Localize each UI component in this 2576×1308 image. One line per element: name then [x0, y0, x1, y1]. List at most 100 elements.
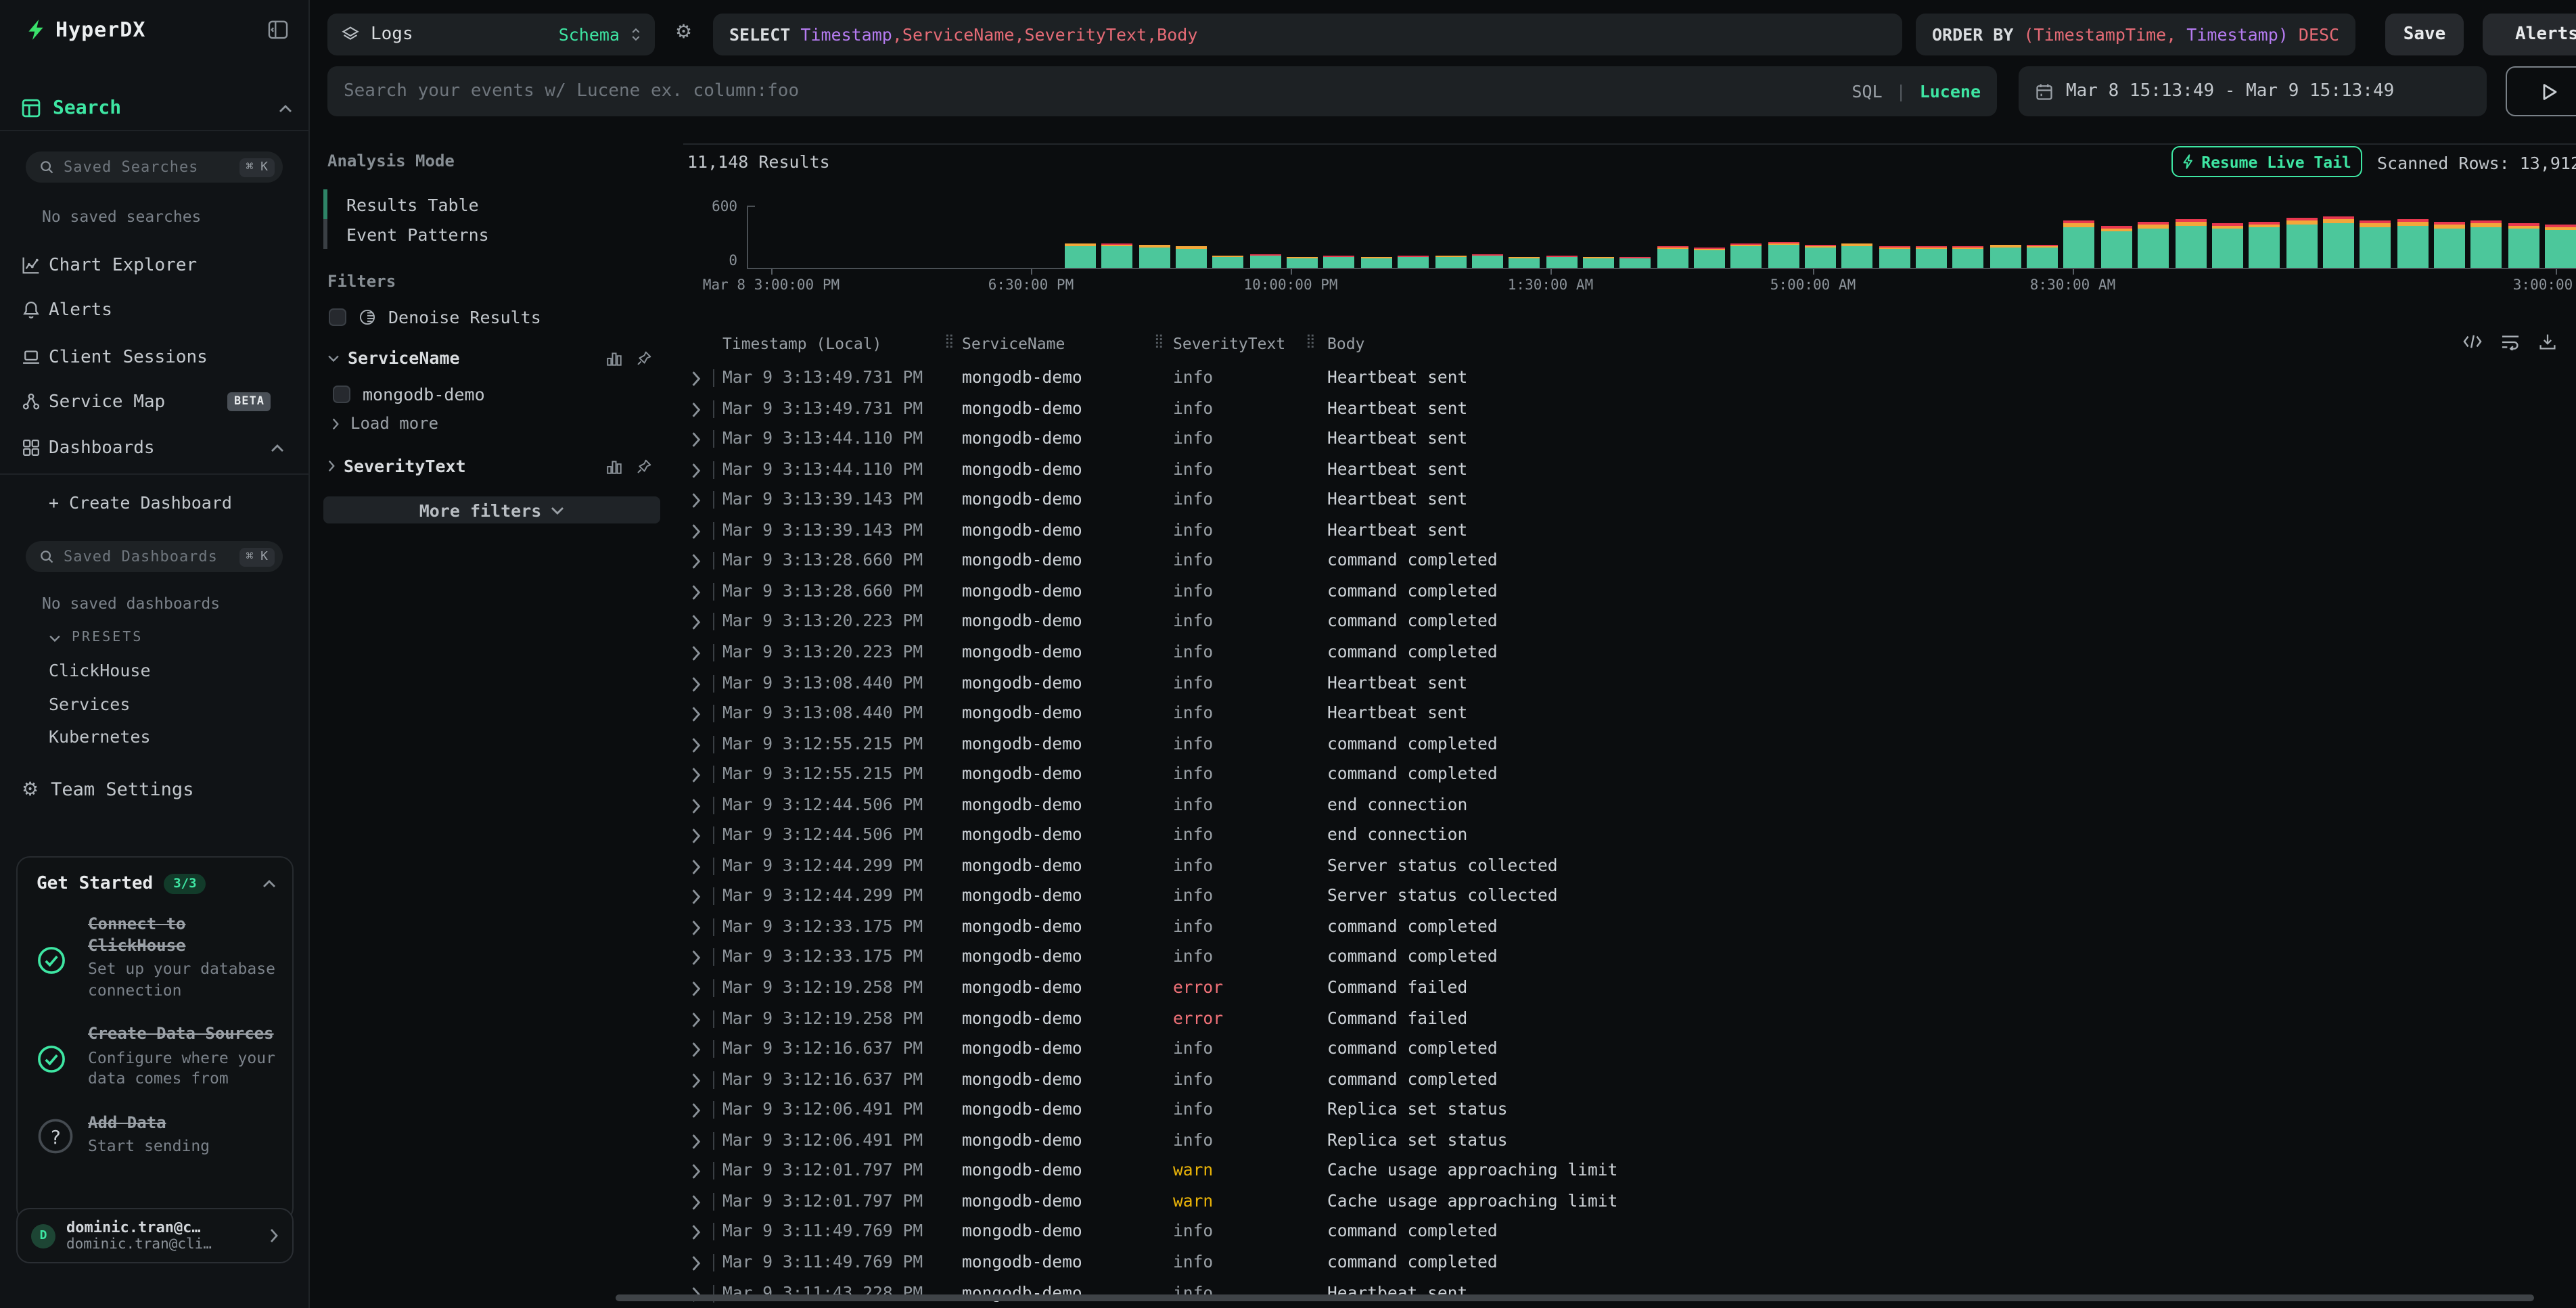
- expand-row-icon[interactable]: [690, 950, 702, 966]
- histogram-bar[interactable]: [2360, 220, 2391, 268]
- histogram-bar[interactable]: [1138, 244, 1170, 268]
- column-header-servicename[interactable]: ServiceName: [962, 334, 1065, 353]
- expand-row-icon[interactable]: [690, 920, 702, 936]
- table-row[interactable]: Mar 9 3:13:49.731 PMmongodb-demoinfoHear…: [672, 393, 2576, 424]
- wrap-text-icon[interactable]: [2500, 333, 2521, 350]
- expand-row-icon[interactable]: [690, 523, 702, 540]
- histogram-bar[interactable]: [2175, 219, 2206, 268]
- select-query-input[interactable]: SELECT Timestamp,ServiceName,SeverityTex…: [713, 14, 1902, 55]
- expand-row-icon[interactable]: [690, 1164, 702, 1180]
- preset-item-kubernetes[interactable]: Kubernetes: [49, 726, 151, 747]
- histogram-bar[interactable]: [1435, 256, 1466, 268]
- expand-row-icon[interactable]: [690, 767, 702, 783]
- histogram-bar[interactable]: [1176, 246, 1207, 268]
- sql-toggle[interactable]: SQL: [1852, 81, 1882, 101]
- histogram-bar[interactable]: [1916, 246, 1947, 268]
- table-row[interactable]: Mar 9 3:12:33.175 PMmongodb-demoinfocomm…: [672, 912, 2576, 943]
- table-row[interactable]: Mar 9 3:12:06.491 PMmongodb-demoinfoRepl…: [672, 1094, 2576, 1125]
- filter-group-severitytext[interactable]: SeverityText: [327, 456, 652, 476]
- table-row[interactable]: Mar 9 3:12:44.299 PMmongodb-demoinfoServ…: [672, 851, 2576, 882]
- get-started-step[interactable]: Connect to ClickHouseSet up your databas…: [18, 905, 292, 1015]
- table-row[interactable]: Mar 9 3:12:44.299 PMmongodb-demoinfoServ…: [672, 881, 2576, 912]
- histogram-bar[interactable]: [2101, 226, 2132, 268]
- expand-row-icon[interactable]: [690, 462, 702, 478]
- expand-row-icon[interactable]: [690, 889, 702, 906]
- histogram-bar[interactable]: [1324, 256, 1355, 268]
- expand-row-icon[interactable]: [690, 615, 702, 631]
- histogram-bar[interactable]: [1509, 257, 1540, 268]
- denoise-checkbox[interactable]: [329, 308, 346, 326]
- horizontal-scrollbar[interactable]: [616, 1294, 2534, 1301]
- pin-icon[interactable]: [636, 350, 652, 366]
- expand-row-icon[interactable]: [690, 1225, 702, 1241]
- resume-live-tail-button[interactable]: Resume Live Tail: [2171, 146, 2362, 177]
- bar-chart-icon[interactable]: [606, 458, 622, 474]
- drag-handle-icon[interactable]: ⣿: [1306, 334, 1316, 349]
- more-filters-button[interactable]: More filters: [323, 496, 660, 523]
- saved-searches-input[interactable]: Saved Searches ⌘ K: [26, 151, 283, 183]
- expand-row-icon[interactable]: [690, 737, 702, 753]
- table-row[interactable]: Mar 9 3:12:01.797 PMmongodb-demowarnCach…: [672, 1156, 2576, 1187]
- time-range-picker[interactable]: Mar 8 15:13:49 - Mar 9 15:13:49: [2019, 66, 2487, 116]
- analysis-mode-results-table[interactable]: Results Table: [323, 189, 648, 219]
- column-header-body[interactable]: Body: [1327, 334, 1364, 353]
- histogram-bar[interactable]: [1842, 243, 1873, 268]
- filter-checkbox[interactable]: [333, 386, 350, 403]
- histogram-bar[interactable]: [1065, 243, 1096, 268]
- table-row[interactable]: Mar 9 3:13:28.660 PMmongodb-demoinfocomm…: [672, 546, 2576, 577]
- table-row[interactable]: Mar 9 3:11:43.228 PMmongodb-demoinfoHear…: [672, 1278, 2576, 1308]
- histogram-bar[interactable]: [1361, 256, 1392, 268]
- run-query-button[interactable]: [2506, 66, 2576, 116]
- source-selector[interactable]: Logs Schema: [327, 14, 655, 55]
- gear-icon[interactable]: ⚙: [675, 23, 692, 42]
- table-row[interactable]: Mar 9 3:13:20.223 PMmongodb-demoinfocomm…: [672, 607, 2576, 638]
- table-row[interactable]: Mar 9 3:12:55.215 PMmongodb-demoinfocomm…: [672, 728, 2576, 760]
- alerts-button[interactable]: Alerts: [2483, 14, 2576, 55]
- order-by-input[interactable]: ORDER BY (TimestampTime, Timestamp) DESC: [1916, 14, 2355, 55]
- expand-row-icon[interactable]: [690, 431, 702, 448]
- table-row[interactable]: Mar 9 3:13:44.110 PMmongodb-demoinfoHear…: [672, 454, 2576, 485]
- save-button[interactable]: Save: [2385, 14, 2464, 55]
- histogram-bar[interactable]: [2249, 221, 2280, 268]
- get-started-step[interactable]: ?Add DataStart sending: [18, 1103, 292, 1170]
- table-row[interactable]: Mar 9 3:12:44.506 PMmongodb-demoinfoend …: [672, 820, 2576, 851]
- table-row[interactable]: Mar 9 3:13:39.143 PMmongodb-demoinfoHear…: [672, 515, 2576, 546]
- drag-handle-icon[interactable]: ⣿: [1154, 334, 1164, 349]
- expand-row-icon[interactable]: [690, 1072, 702, 1088]
- column-header-timestamp[interactable]: Timestamp (Local): [722, 334, 881, 353]
- histogram-bar[interactable]: [1287, 257, 1318, 268]
- expand-row-icon[interactable]: [690, 706, 702, 722]
- expand-row-icon[interactable]: [690, 1042, 702, 1058]
- denoise-filter[interactable]: Denoise Results: [329, 307, 541, 327]
- table-row[interactable]: Mar 9 3:12:19.258 PMmongodb-demoerrorCom…: [672, 1003, 2576, 1034]
- expand-row-icon[interactable]: [690, 828, 702, 845]
- expand-row-icon[interactable]: [690, 1102, 702, 1119]
- table-row[interactable]: Mar 9 3:12:06.491 PMmongodb-demoinfoRepl…: [672, 1125, 2576, 1157]
- histogram-bar[interactable]: [1620, 257, 1651, 268]
- table-row[interactable]: Mar 9 3:11:49.769 PMmongodb-demoinfocomm…: [672, 1247, 2576, 1278]
- table-row[interactable]: Mar 9 3:13:39.143 PMmongodb-demoinfoHear…: [672, 484, 2576, 515]
- histogram-bar[interactable]: [1583, 256, 1614, 268]
- histogram-bar[interactable]: [2027, 245, 2058, 268]
- histogram-bar[interactable]: [1546, 256, 1577, 268]
- histogram-bar[interactable]: [2471, 221, 2502, 268]
- schema-select-value[interactable]: Schema: [559, 24, 620, 45]
- sidebar-item-chart-explorer[interactable]: Chart Explorer: [0, 252, 310, 281]
- sidebar-item-service-map[interactable]: Service Map BETA: [0, 388, 310, 418]
- sidebar-item-team-settings[interactable]: ⚙ Team Settings: [22, 779, 193, 801]
- preset-item-services[interactable]: Services: [49, 693, 130, 714]
- expand-row-icon[interactable]: [690, 492, 702, 509]
- drag-handle-icon[interactable]: ⣿: [944, 334, 954, 349]
- analysis-mode-event-patterns[interactable]: Event Patterns: [323, 219, 648, 249]
- bar-chart-icon[interactable]: [606, 350, 622, 366]
- expand-row-icon[interactable]: [690, 797, 702, 814]
- histogram-bar[interactable]: [2397, 219, 2428, 268]
- histogram-bar[interactable]: [1694, 248, 1725, 268]
- column-header-severitytext[interactable]: SeverityText: [1173, 334, 1285, 353]
- table-row[interactable]: Mar 9 3:11:49.769 PMmongodb-demoinfocomm…: [672, 1217, 2576, 1248]
- histogram-bar[interactable]: [2064, 220, 2095, 268]
- code-view-icon[interactable]: [2462, 333, 2483, 350]
- histogram-bar[interactable]: [2434, 223, 2465, 268]
- histogram-bar[interactable]: [1731, 243, 1762, 268]
- table-row[interactable]: Mar 9 3:12:16.637 PMmongodb-demoinfocomm…: [672, 1033, 2576, 1065]
